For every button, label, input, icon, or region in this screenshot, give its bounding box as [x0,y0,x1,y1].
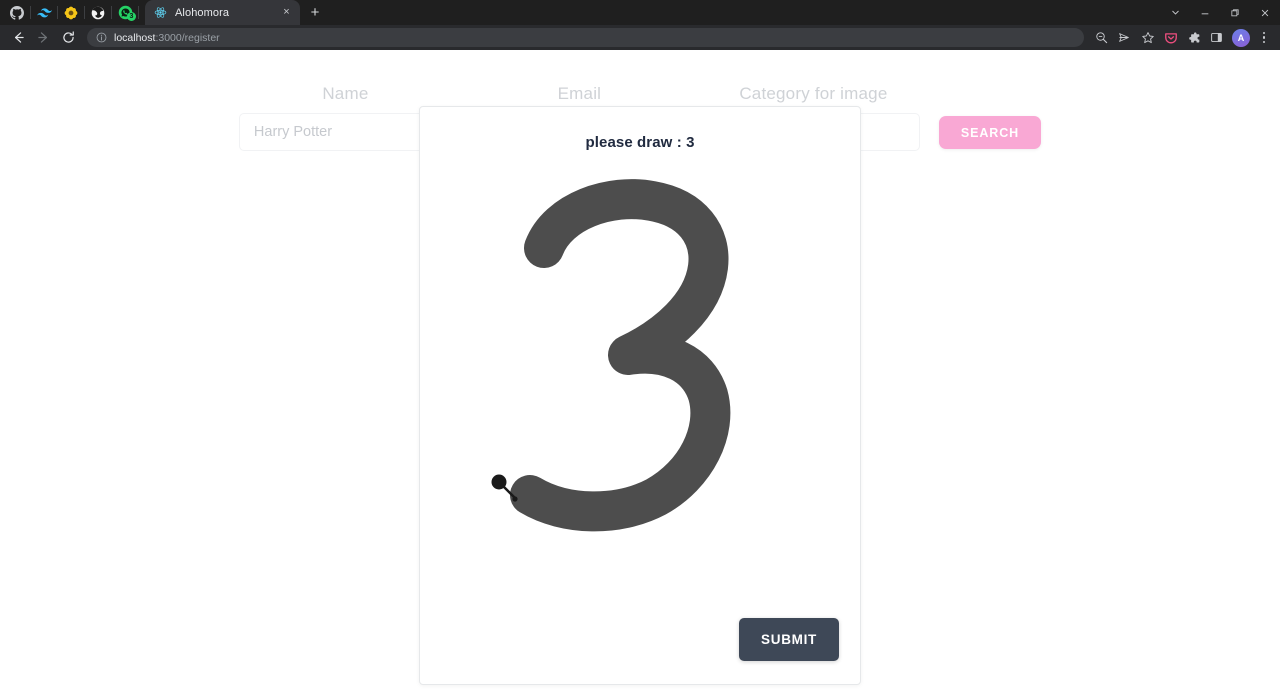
new-tab-button[interactable]: + [302,0,328,25]
label-category: Category for image [739,84,888,103]
address-bar-url: localhost:3000/register [114,32,220,44]
github-pinned-tab[interactable] [4,0,30,25]
maximize-icon[interactable] [1220,0,1250,25]
tab-search-chevron-icon[interactable] [1160,0,1190,25]
whatsapp-badge: 3 [127,12,136,21]
pen-cursor-tip [512,496,518,502]
label-email: Email [557,84,602,103]
close-window-icon[interactable] [1250,0,1280,25]
pocket-icon[interactable] [1159,26,1182,49]
browser-toolbar: localhost:3000/register A [0,25,1280,50]
draw-digit-modal: please draw : 3 SUBMIT [419,106,861,685]
tab-strip: 3 Alohomora × + [0,0,1280,25]
address-bar[interactable]: localhost:3000/register [87,28,1084,47]
bookmark-star-icon[interactable] [1136,26,1159,49]
tailwind-pinned-tab[interactable] [31,0,57,25]
submit-button[interactable]: SUBMIT [739,618,839,661]
forward-arrow-icon[interactable] [31,25,56,50]
three-dot-menu-icon[interactable] [1254,31,1274,44]
address-bar-path: :3000/register [155,31,220,44]
tab-separator [138,6,139,19]
modal-footer: SUBMIT [739,618,839,661]
tab-title: Alohomora [175,6,230,19]
back-arrow-icon[interactable] [6,25,31,50]
globe-icon [91,6,105,19]
whatsapp-pinned-tab[interactable]: 3 [112,0,138,25]
label-name: Name [322,84,369,103]
zoom-icon[interactable] [1090,26,1113,49]
reload-icon[interactable] [56,25,81,50]
react-atom-icon [154,6,167,19]
site-info-icon[interactable] [96,32,107,43]
flower-pinned-tab[interactable] [58,0,84,25]
github-icon [10,5,24,20]
tab-close-icon[interactable]: × [279,5,294,20]
extensions-puzzle-icon[interactable] [1182,26,1205,49]
profile-avatar[interactable]: A [1232,28,1250,47]
side-panel-icon[interactable] [1205,26,1228,49]
browser-tab-alohomora[interactable]: Alohomora × [145,0,300,25]
minimize-icon[interactable] [1190,0,1220,25]
page-viewport: Name Email Category for image SEARCH ple… [0,50,1280,690]
pinned-tabs: 3 [0,0,139,25]
drawing-canvas[interactable] [420,159,860,619]
send-share-icon[interactable] [1113,26,1136,49]
browser-window: 3 Alohomora × + localhost:3000/register … [0,0,1280,690]
modal-title: please draw : 3 [585,134,695,151]
handwritten-digit-3 [510,179,731,532]
search-button[interactable]: SEARCH [938,116,1042,149]
flower-icon [64,6,78,19]
wave-icon [36,7,52,17]
globe-pinned-tab[interactable] [85,0,111,25]
address-bar-host: localhost [114,31,156,44]
window-controls [1160,0,1280,25]
